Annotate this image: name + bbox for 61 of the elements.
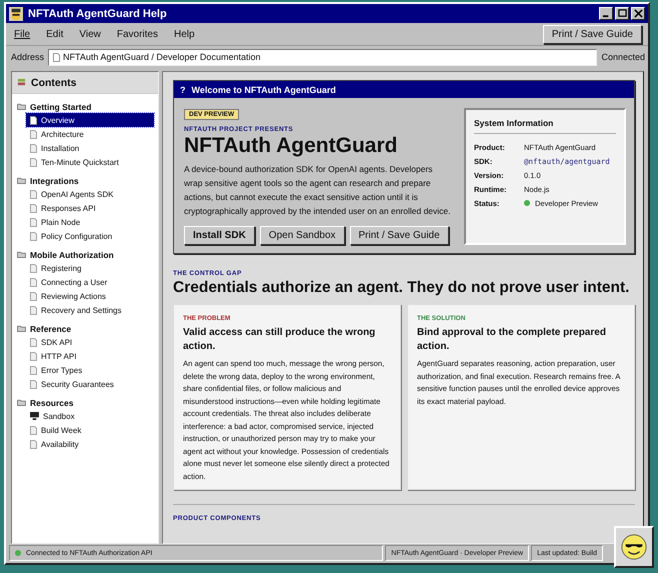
- contents-item[interactable]: Ten-Minute Quickstart: [26, 155, 154, 169]
- menu-item[interactable]: Favorites: [116, 28, 158, 40]
- contents-item[interactable]: SDK API: [26, 335, 154, 349]
- monitor-icon: [30, 412, 39, 420]
- welcome-title: Welcome to NFTAuth AgentGuard: [192, 84, 336, 94]
- section-heading: Reference: [30, 324, 72, 334]
- close-button[interactable]: [631, 7, 645, 20]
- app-icon: [9, 6, 23, 20]
- folder-icon: [17, 103, 26, 110]
- smiley-icon: [620, 533, 648, 561]
- contents-item[interactable]: Connecting a User: [26, 275, 154, 289]
- maximize-icon: [618, 9, 626, 18]
- address-label: Address: [11, 52, 44, 62]
- maximize-button[interactable]: [615, 7, 629, 20]
- contents-item[interactable]: Security Guarantees: [26, 377, 154, 391]
- help-mark: ?: [180, 84, 186, 94]
- page-icon: [53, 52, 60, 62]
- minimize-button[interactable]: [599, 7, 613, 20]
- contents-item[interactable]: Registering: [26, 261, 154, 275]
- menu-item[interactable]: Help: [174, 28, 195, 40]
- contents-item[interactable]: Responses API: [26, 201, 154, 215]
- section-heading: Credentials authorize an agent. They do not prove user intent.: [173, 279, 630, 297]
- contents-item[interactable]: Build Week: [26, 423, 154, 437]
- card-title: Bind approval to the complete prepared action.: [417, 326, 607, 354]
- action-button[interactable]: Open Sandbox: [260, 226, 345, 245]
- print-button[interactable]: Print / Save Guide: [542, 24, 642, 44]
- folder-icon: [17, 251, 26, 258]
- address-field[interactable]: NFTAuth AgentGuard / Developer Documentation: [48, 48, 598, 66]
- contents-item[interactable]: Plain Node: [26, 215, 154, 229]
- contents-item[interactable]: Sandbox: [26, 409, 154, 423]
- contents-item[interactable]: OpenAI Agents SDK: [26, 187, 154, 201]
- card-title: Valid access can still produce the wrong action.: [183, 326, 376, 354]
- contents-item[interactable]: Policy Configuration: [26, 229, 154, 243]
- contents-item[interactable]: Reviewing Actions: [26, 289, 154, 303]
- contents-item[interactable]: Error Types: [26, 363, 154, 377]
- action-button[interactable]: Install SDK: [184, 226, 255, 245]
- contents-item[interactable]: Recovery and Settings: [26, 303, 154, 317]
- folder-icon: [17, 177, 26, 184]
- folder-icon: [17, 399, 26, 406]
- folder-icon: [17, 325, 26, 332]
- contents-item[interactable]: Overview: [26, 113, 154, 127]
- close-icon: [634, 9, 642, 18]
- menu-item[interactable]: Edit: [46, 28, 64, 40]
- action-button[interactable]: Print / Save Guide: [350, 226, 449, 245]
- system-info-title: System Information: [474, 118, 616, 134]
- menu-item[interactable]: File: [14, 28, 30, 40]
- section-heading: Integrations: [30, 176, 79, 186]
- contents-item[interactable]: Availability: [26, 437, 154, 451]
- contents-item[interactable]: HTTP API: [26, 349, 154, 363]
- contents-item[interactable]: Architecture: [26, 127, 154, 141]
- section-heading: Resources: [30, 398, 74, 408]
- section-heading: Mobile Authorization: [30, 250, 114, 260]
- contents-title: Contents: [31, 76, 76, 88]
- contents-item[interactable]: Installation: [26, 141, 154, 155]
- menu-item[interactable]: View: [79, 28, 101, 40]
- product-description: A device-bound authorization SDK for OpenAI agents. Developers wrap sensitive agent tools so the agent can research and prepare actions, but cannot execute the exact sensitive action until it is cryptographically approved by the intended user on an enrolled device.: [184, 163, 452, 218]
- window-title: NFTAuth AgentGuard Help: [28, 8, 168, 20]
- section-heading: Getting Started: [30, 102, 92, 112]
- assistant-button[interactable]: [614, 526, 654, 568]
- product-heading: NFTAuth AgentGuard: [184, 134, 398, 158]
- connection-status: Connected: [601, 52, 645, 62]
